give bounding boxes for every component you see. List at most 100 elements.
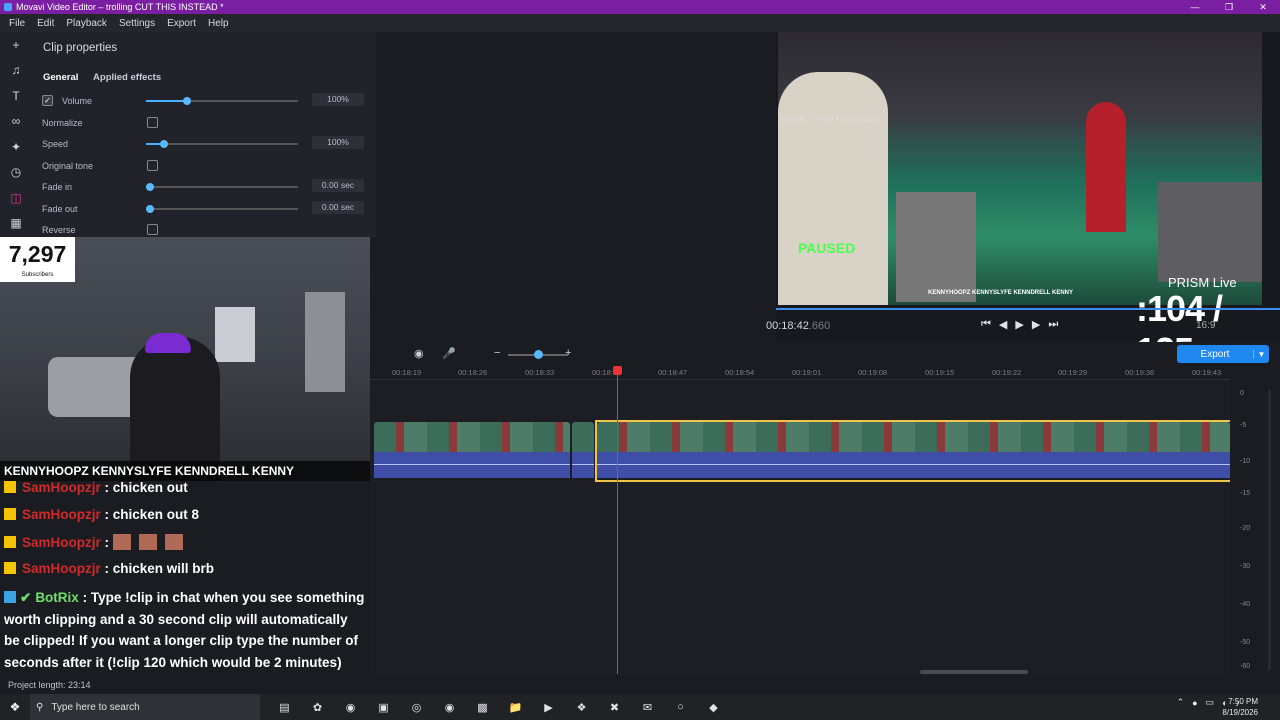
taskbar-clock[interactable]: 7:50 PM 8/19/2026 <box>1222 696 1258 718</box>
speed-value[interactable]: 100% <box>312 136 364 149</box>
chrome-icon[interactable]: ◉ <box>334 701 367 714</box>
volume-value[interactable]: 100% <box>312 93 364 106</box>
menu-bar: File Edit Playback Settings Export Help <box>0 14 1280 32</box>
meter-label: 0 <box>1240 390 1244 397</box>
clip-properties-panel: Clip properties General Applied effects … <box>32 32 376 237</box>
task-view-icon[interactable]: ▤ <box>268 701 301 714</box>
app-icon[interactable]: ◎ <box>400 701 433 714</box>
preview-progress[interactable] <box>776 306 1280 310</box>
display-icon[interactable]: ▭ <box>1206 697 1215 708</box>
original-tone-checkbox[interactable] <box>147 160 158 171</box>
xbox-icon[interactable]: ○ <box>664 701 697 714</box>
clock-time: 7:50 PM <box>1228 697 1258 706</box>
video-machine-right <box>1158 182 1262 282</box>
ruler-label: 00:19:29 <box>1058 368 1088 377</box>
volume-slider[interactable] <box>146 97 298 105</box>
meter-label: -40 <box>1240 601 1251 608</box>
music-icon[interactable]: ♫ <box>0 58 32 84</box>
clip-properties-icon[interactable]: ◫ <box>0 185 32 211</box>
timeline-clip[interactable] <box>572 422 594 480</box>
more-tools-icon[interactable]: ▦ <box>0 211 32 237</box>
meter-label: -50 <box>1240 639 1251 646</box>
close-button[interactable]: ✕ <box>1246 0 1280 14</box>
windows-start-icon[interactable]: ❖ <box>0 700 30 714</box>
zoom-knob[interactable] <box>534 350 543 359</box>
fade-in-value[interactable]: 0.00 sec <box>312 179 364 192</box>
menu-export[interactable]: Export <box>167 18 196 29</box>
timeline-scrollbar[interactable] <box>920 670 1028 674</box>
step-forward-icon[interactable]: ▶ <box>1032 318 1040 331</box>
ruler-label: 00:19:43 <box>1192 368 1222 377</box>
playhead[interactable] <box>613 366 622 674</box>
menu-help[interactable]: Help <box>208 18 229 29</box>
app-icon[interactable]: ▩ <box>466 701 499 714</box>
skip-start-icon[interactable]: ⏮ <box>981 318 991 331</box>
skip-end-icon[interactable]: ⏭ <box>1048 318 1058 331</box>
speed-slider[interactable] <box>146 140 298 148</box>
stickers-icon[interactable]: ◷ <box>0 160 32 186</box>
normalize-checkbox[interactable] <box>147 117 158 128</box>
aspect-ratio[interactable]: 16:9 <box>1196 320 1215 331</box>
play-icon[interactable]: ▶ <box>1015 318 1023 331</box>
crown-badge-icon <box>4 562 16 574</box>
record-icon[interactable]: ◉ <box>414 347 424 360</box>
capcut-icon[interactable]: ✖ <box>598 701 631 714</box>
microphone-icon[interactable]: ● <box>1192 698 1197 708</box>
copilot-icon[interactable]: ✿ <box>301 701 334 714</box>
chat-text: : <box>104 535 110 550</box>
windows-taskbar: ❖ ⚲ Type here to search ▤ ✿ ◉ ▣ ◎ ◉ ▩ 📁 … <box>0 694 1280 720</box>
zoom-out-icon[interactable]: − <box>494 347 500 359</box>
chat-message: SamHoopzjr : chicken will brb <box>4 561 214 576</box>
taskbar-search[interactable]: ⚲ Type here to search <box>30 694 260 720</box>
timeline-tracks[interactable] <box>370 380 1232 676</box>
chat-overlay: SamHoopzjr : chicken out SamHoopzjr : ch… <box>0 480 370 676</box>
chat-text: : chicken will brb <box>104 561 215 576</box>
text-icon[interactable]: T <box>0 83 32 109</box>
reverse-row: Reverse <box>42 223 372 237</box>
ruler-label: 00:18:33 <box>525 368 555 377</box>
video-preview[interactable]: kennyki... on bro it drives crazy PAUSED… <box>778 32 1262 305</box>
tab-applied-effects[interactable]: Applied effects <box>93 72 161 83</box>
filters-icon[interactable]: ✦ <box>0 134 32 160</box>
fade-out-slider[interactable] <box>146 205 298 213</box>
crown-badge-icon <box>4 508 16 520</box>
menu-settings[interactable]: Settings <box>119 18 155 29</box>
transitions-icon[interactable]: ∞ <box>0 109 32 135</box>
chevron-down-icon[interactable]: ▼ <box>1253 349 1269 359</box>
restore-button[interactable]: ❐ <box>1212 0 1246 14</box>
menu-edit[interactable]: Edit <box>37 18 54 29</box>
menu-playback[interactable]: Playback <box>66 18 107 29</box>
empty-workspace <box>376 32 776 342</box>
volume-label: Volume <box>62 96 93 106</box>
menu-file[interactable]: File <box>9 18 25 29</box>
preview-time-ms: .660 <box>808 320 831 332</box>
store-icon[interactable]: ▣ <box>367 701 400 714</box>
timeline-clip-selected[interactable] <box>595 420 1232 482</box>
timeline-toolbar: ◉ 🎤 − + Export ▼ <box>376 342 1280 366</box>
discord-icon[interactable]: ◉ <box>433 701 466 714</box>
chevron-up-icon[interactable]: ⌃ <box>1177 697 1185 708</box>
app-icon[interactable]: ◆ <box>697 701 730 714</box>
tab-general[interactable]: General <box>43 72 78 83</box>
timeline-ruler[interactable]: 00:18:19 00:18:26 00:18:33 00:18:40 00:1… <box>370 366 1230 380</box>
original-tone-label: Original tone <box>42 161 94 171</box>
step-back-icon[interactable]: ◀ <box>999 318 1007 331</box>
normalize-label: Normalize <box>42 118 83 128</box>
meter-label: -5 <box>1240 422 1247 429</box>
movavi-icon[interactable]: ❖ <box>565 701 598 714</box>
fade-in-slider[interactable] <box>146 183 298 191</box>
fade-out-value[interactable]: 0.00 sec <box>312 201 364 214</box>
timeline-clip[interactable] <box>374 422 570 480</box>
window-title: Movavi Video Editor – trolling CUT THIS … <box>16 2 224 12</box>
outlook-icon[interactable]: ✉ <box>631 701 664 714</box>
reverse-checkbox[interactable] <box>147 224 158 235</box>
plus-icon[interactable]: + <box>0 32 32 58</box>
video-editor-icon[interactable]: ▶ <box>532 701 565 714</box>
microphone-icon[interactable]: 🎤 <box>442 347 456 360</box>
webcam-overlay: 7,297 Subscribers KENNYHOOPZ KENNYSLYFE … <box>0 237 370 481</box>
export-button[interactable]: Export ▼ <box>1177 345 1269 363</box>
file-explorer-icon[interactable]: 📁 <box>499 701 532 714</box>
minimize-button[interactable]: — <box>1178 0 1212 14</box>
volume-checkbox[interactable]: ✓ <box>42 95 53 106</box>
zoom-in-icon[interactable]: + <box>565 347 571 359</box>
